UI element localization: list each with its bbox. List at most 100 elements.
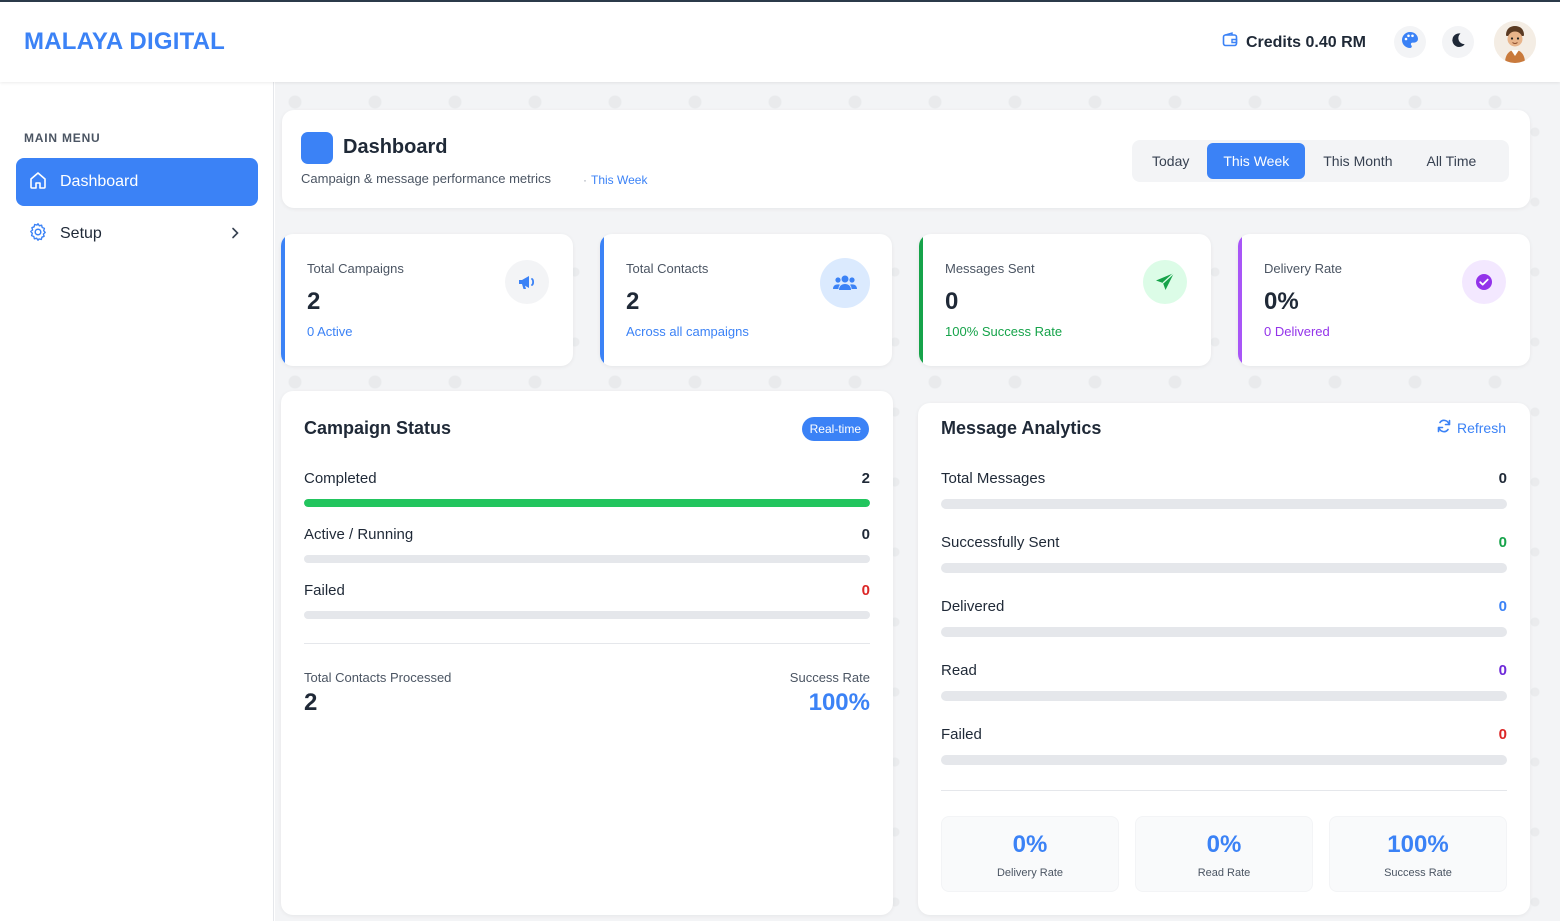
summary-success-rate: 100% Success Rate xyxy=(1329,816,1507,892)
stat-label: Delivery Rate xyxy=(1264,261,1343,276)
total-contacts-processed-value: 2 xyxy=(304,689,318,716)
sidebar-item-label: Dashboard xyxy=(60,173,139,190)
top-header: MALAYA DIGITAL Credits 0.40 RM xyxy=(0,0,1560,82)
home-icon xyxy=(28,170,48,195)
summary-value: 0% xyxy=(1206,831,1242,858)
campaign-status-panel: Campaign Status Real-time Completed 2 Ac… xyxy=(281,391,893,915)
stat-card-total-contacts: Total Contacts 2 Across all campaigns xyxy=(600,234,892,366)
check-circle-icon xyxy=(1462,260,1506,304)
row-label: Failed xyxy=(304,582,345,599)
row-value: 0 xyxy=(1498,534,1507,551)
stat-label: Total Campaigns xyxy=(307,261,404,276)
progress-track xyxy=(941,691,1507,701)
sidebar-item-dashboard[interactable]: Dashboard xyxy=(16,158,258,206)
row-value: 0 xyxy=(861,582,870,599)
stat-card-messages-sent: Messages Sent 0 100% Success Rate xyxy=(919,234,1211,366)
summary-label: Success Rate xyxy=(1384,867,1452,879)
period-this-month-button[interactable]: This Month xyxy=(1307,143,1408,179)
refresh-button[interactable]: Refresh xyxy=(1437,419,1506,436)
stat-accent-bar xyxy=(919,234,923,366)
panel-title: Message Analytics xyxy=(941,418,1102,438)
summary-label: Delivery Rate xyxy=(996,867,1064,879)
chevron-right-icon xyxy=(228,226,242,245)
summary-value: 100% xyxy=(1387,831,1449,858)
row-value: 0 xyxy=(1498,662,1507,679)
row-label: Delivered xyxy=(941,598,1005,615)
stat-value: 0% xyxy=(1264,288,1299,315)
success-rate-value: 100% xyxy=(808,689,870,716)
progress-track xyxy=(304,499,870,507)
summary-read-rate: 0% Read Rate xyxy=(1135,816,1313,892)
refresh-label: Refresh xyxy=(1456,419,1506,436)
realtime-badge: Real-time xyxy=(801,417,869,441)
stat-value: 2 xyxy=(307,288,321,315)
stat-value: 2 xyxy=(626,288,640,315)
stat-subtext: 0 Active xyxy=(307,324,353,339)
period-this-week-button[interactable]: This Week xyxy=(1207,143,1306,179)
stat-label: Messages Sent xyxy=(945,261,1035,276)
dark-mode-toggle[interactable] xyxy=(1442,26,1474,58)
row-value: 0 xyxy=(1498,470,1507,487)
summary-label: Read Rate xyxy=(1197,867,1251,879)
stat-subtext: 100% Success Rate xyxy=(945,324,1063,339)
brand-logo[interactable]: MALAYA DIGITAL xyxy=(24,28,225,56)
credits-display[interactable]: Credits 0.40 RM xyxy=(1222,32,1366,53)
row-label: Total Messages xyxy=(941,470,1046,487)
progress-fill xyxy=(304,499,870,507)
stat-value: 0 xyxy=(945,288,959,315)
divider xyxy=(304,643,870,644)
progress-track xyxy=(941,499,1507,509)
progress-track xyxy=(941,563,1507,573)
moon-icon xyxy=(1449,31,1467,54)
row-label: Successfully Sent xyxy=(941,534,1060,551)
period-indicator: · This Week xyxy=(583,173,648,187)
page-header-card: Dashboard Campaign & message performance… xyxy=(282,110,1530,208)
sidebar-item-label: Setup xyxy=(60,225,102,242)
paper-plane-icon xyxy=(1143,260,1187,304)
row-label: Completed xyxy=(304,470,377,487)
page-subtitle: Campaign & message performance metrics xyxy=(301,171,551,186)
gear-icon xyxy=(28,222,48,247)
stat-accent-bar xyxy=(600,234,604,366)
summary-value: 0% xyxy=(1012,831,1048,858)
stat-accent-bar xyxy=(1238,234,1242,366)
stat-card-delivery-rate: Delivery Rate 0% 0 Delivered xyxy=(1238,234,1530,366)
users-icon xyxy=(820,258,870,308)
row-value: 0 xyxy=(861,526,870,543)
period-today-button[interactable]: Today xyxy=(1136,143,1205,179)
user-avatar[interactable] xyxy=(1494,21,1536,63)
page-title: Dashboard xyxy=(343,136,448,158)
stat-card-total-campaigns: Total Campaigns 2 0 Active xyxy=(281,234,573,366)
row-label: Active / Running xyxy=(304,526,414,543)
panel-title: Campaign Status xyxy=(304,418,452,438)
credits-text: Credits 0.40 RM xyxy=(1245,33,1366,51)
period-selector: Today This Week This Month All Time xyxy=(1132,140,1509,182)
stat-label: Total Contacts xyxy=(626,261,709,276)
row-label: Read xyxy=(941,662,977,679)
main-content: Dashboard Campaign & message performance… xyxy=(275,82,1560,921)
progress-track xyxy=(941,627,1507,637)
stat-accent-bar xyxy=(281,234,285,366)
dashboard-icon xyxy=(301,132,333,164)
progress-track xyxy=(304,611,870,619)
stat-subtext: Across all campaigns xyxy=(626,324,749,339)
message-analytics-panel: Message Analytics Refresh Total Messages… xyxy=(918,403,1530,915)
sidebar: MAIN MENU Dashboard Setup xyxy=(0,82,274,921)
divider xyxy=(941,790,1507,791)
refresh-icon xyxy=(1437,419,1451,436)
period-all-time-button[interactable]: All Time xyxy=(1410,143,1492,179)
progress-track xyxy=(304,555,870,563)
summary-delivery-rate: 0% Delivery Rate xyxy=(941,816,1119,892)
row-label: Failed xyxy=(941,726,982,743)
megaphone-icon xyxy=(505,260,549,304)
sidebar-item-setup[interactable]: Setup xyxy=(16,210,258,258)
stat-subtext: 0 Delivered xyxy=(1264,324,1330,339)
row-value: 0 xyxy=(1498,726,1507,743)
theme-palette-button[interactable] xyxy=(1394,26,1426,58)
wallet-icon xyxy=(1222,32,1238,53)
total-contacts-processed-label: Total Contacts Processed xyxy=(304,670,452,685)
row-value: 0 xyxy=(1498,598,1507,615)
palette-icon xyxy=(1400,30,1420,55)
progress-track xyxy=(941,755,1507,765)
main-menu-heading: MAIN MENU xyxy=(24,131,101,145)
